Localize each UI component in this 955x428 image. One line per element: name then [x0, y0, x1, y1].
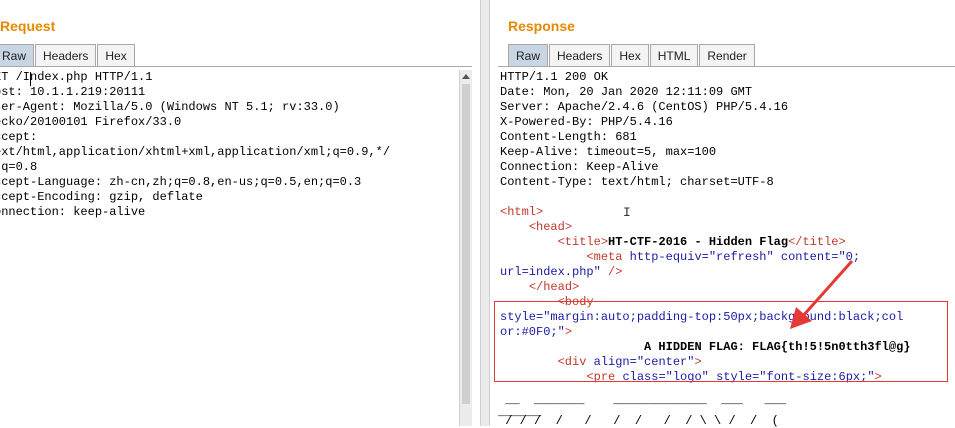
response-tabs: Raw Headers Hex HTML Render [508, 44, 756, 66]
response-header-line: Keep-Alive: timeout=5, max=100 [500, 145, 717, 159]
meta-content-value-cont: url=index.php" [500, 265, 601, 279]
red-arrow-icon [790, 260, 854, 329]
request-line: ost: 10.1.1.219:20111 [0, 85, 146, 99]
meta-attr: http-equiv= [629, 250, 709, 264]
pane-splitter[interactable] [480, 0, 490, 426]
response-tab-divider [498, 66, 955, 67]
request-line: ccept-Encoding: gzip, deflate [0, 190, 203, 204]
request-tab-headers[interactable]: Headers [35, 44, 97, 66]
request-line: onnection: keep-alive [0, 205, 146, 219]
html-open-tag: <html> [500, 205, 544, 219]
meta-attr-value: "refresh" [708, 250, 774, 264]
response-tab-raw[interactable]: Raw [508, 44, 549, 66]
response-header-line: Content-Type: text/html; charset=UTF-8 [500, 175, 774, 189]
response-tab-hex[interactable]: Hex [611, 44, 649, 66]
response-tab-headers[interactable]: Headers [549, 44, 611, 66]
title-line: <title>HT-CTF-2016 - Hidden Flag</title> [500, 235, 955, 250]
request-pane: Request Raw Headers Hex ET /Index.php HT… [0, 0, 480, 426]
response-tab-render[interactable]: Render [699, 44, 755, 66]
response-header-line: HTTP/1.1 200 OK [500, 70, 609, 84]
response-header-line: Server: Apache/2.4.6 (CentOS) PHP/5.4.16 [500, 100, 789, 114]
meta-line-cont: url=index.php" /> [500, 265, 955, 280]
request-tabs: Raw Headers Hex [0, 44, 136, 66]
request-line: ET /Index.php HTTP/1.1 [0, 70, 153, 84]
request-line: ser-Agent: Mozilla/5.0 (Windows NT 5.1; … [0, 100, 340, 114]
meta-line: <meta http-equiv="refresh" content="0; [500, 250, 955, 265]
response-header-line: Connection: Keep-Alive [500, 160, 659, 174]
request-title: Request [0, 18, 56, 34]
title-open-tag: <title> [557, 235, 609, 249]
response-header-line: Date: Mon, 20 Jan 2020 12:11:09 GMT [500, 85, 753, 99]
response-header-line: X-Powered-By: PHP/5.4.16 [500, 115, 673, 129]
meta-close: /> [600, 265, 623, 279]
flag-highlight-box [494, 301, 948, 382]
request-tab-divider [0, 66, 472, 67]
title-close-tag: </title> [788, 235, 846, 249]
ibeam-cursor-icon: I [623, 205, 631, 220]
html-line: <html> [500, 205, 955, 220]
request-line: ecko/20100101 Firefox/33.0 [0, 115, 182, 129]
text-caret [30, 72, 31, 86]
title-text: HT-CTF-2016 - Hidden Flag [608, 235, 789, 249]
head-close-line: </head> [500, 280, 955, 295]
scroll-up-arrow-icon[interactable] [461, 71, 471, 83]
request-editor[interactable]: ET /Index.php HTTP/1.1 ost: 10.1.1.219:20… [0, 70, 458, 426]
request-scrollbar[interactable] [459, 70, 472, 426]
request-line: ;q=0.8 [0, 160, 38, 174]
response-header-line: Content-Length: 681 [500, 130, 637, 144]
request-tab-hex[interactable]: Hex [97, 44, 135, 66]
response-tab-html[interactable]: HTML [649, 44, 699, 66]
request-tab-raw[interactable]: Raw [0, 44, 35, 66]
request-scroll-thumb[interactable] [462, 84, 470, 404]
head-open-tag: <head> [528, 220, 573, 234]
request-line: ccept: [0, 130, 38, 144]
request-line: ccept-Language: zh-cn,zh;q=0.8,en-us;q=0… [0, 175, 362, 189]
request-line: ext/html,application/xhtml+xml,applicati… [0, 145, 391, 159]
response-title: Response [508, 18, 575, 34]
head-close-tag: </head> [528, 280, 580, 294]
head-line: <head> [500, 220, 955, 235]
meta-tag: <meta [586, 250, 623, 264]
